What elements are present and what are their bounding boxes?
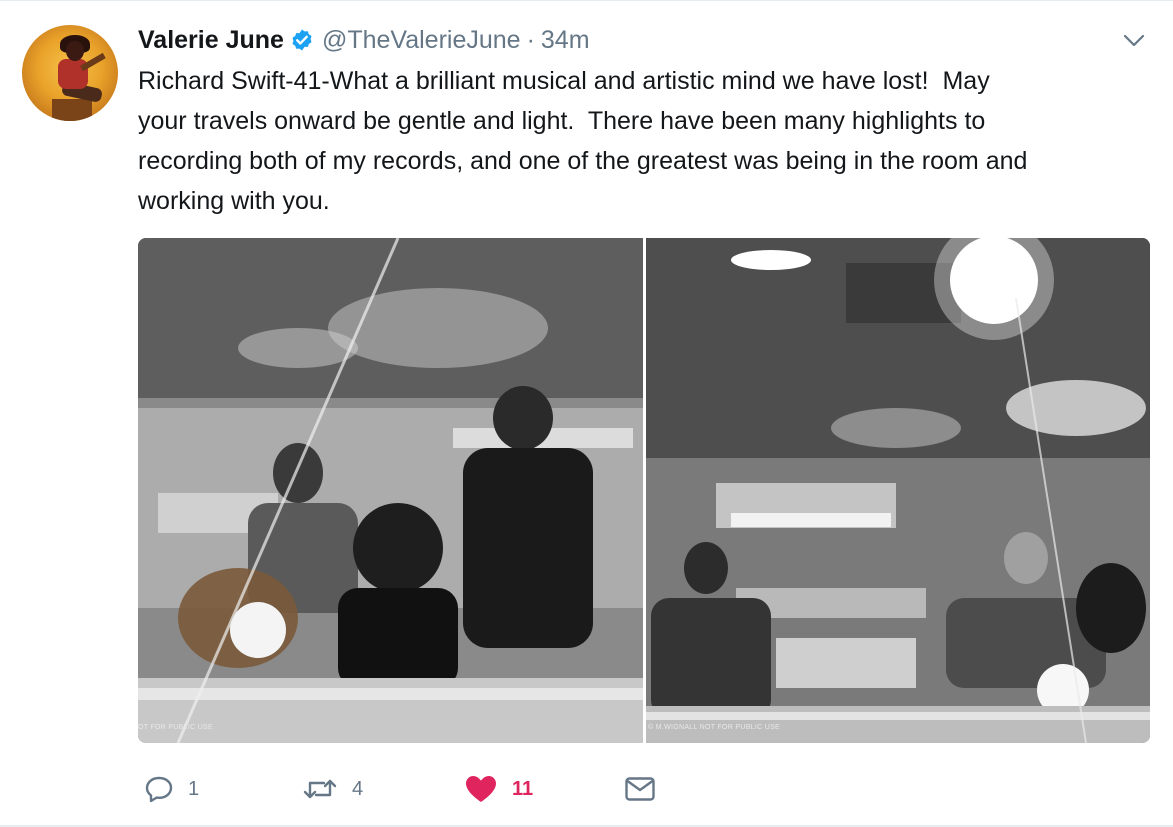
studio-photo-right[interactable]: © M.WIGNALL NOT FOR PUBLIC USE: [646, 238, 1150, 743]
avatar[interactable]: [22, 25, 118, 121]
tweet-card[interactable]: Valerie June @TheValerieJune · 34m Richa…: [0, 0, 1173, 827]
tweet-text: Richard Swift-41-What a brilliant musica…: [138, 61, 1158, 221]
verified-badge-icon: [290, 28, 314, 52]
tweet-actions: 1 4 11: [138, 767, 678, 811]
tweet-text-line: recording both of my records, and one of…: [138, 147, 1028, 175]
like-button[interactable]: 11: [464, 767, 533, 811]
photo-watermark: OT FOR PUBLIC USE: [138, 724, 213, 731]
timestamp[interactable]: 34m: [541, 26, 590, 55]
tweet-text-line: your travels onward be gentle and light.…: [138, 107, 986, 135]
direct-message-button[interactable]: [624, 767, 656, 811]
studio-photo-left-art: [138, 238, 643, 743]
direct-message-icon: [624, 775, 656, 803]
tweet-text-line: working with you.: [138, 187, 330, 215]
retweet-count: 4: [352, 777, 364, 800]
tweet-header: Valerie June @TheValerieJune · 34m: [138, 23, 590, 57]
avatar-seat: [52, 99, 92, 121]
separator-dot: ·: [526, 25, 535, 54]
reply-count: 1: [188, 777, 200, 800]
heart-icon: [464, 774, 498, 804]
tweet-text-line: Richard Swift-41-What a brilliant musica…: [138, 67, 990, 95]
display-name[interactable]: Valerie June: [138, 26, 284, 55]
avatar-head: [66, 41, 84, 61]
reply-button[interactable]: 1: [144, 767, 199, 811]
studio-photo-left[interactable]: OT FOR PUBLIC USE: [138, 238, 643, 743]
chevron-down-icon[interactable]: [1122, 33, 1146, 49]
reply-icon: [144, 775, 174, 803]
user-handle[interactable]: @TheValerieJune: [322, 26, 521, 55]
like-count: 11: [512, 777, 534, 800]
studio-photo-right-art: [646, 238, 1150, 743]
retweet-button[interactable]: 4: [302, 767, 363, 811]
media-gallery: OT FOR PUBLIC USE © M.WIGNALL NOT FOR PU…: [138, 238, 1150, 743]
photo-watermark: © M.WIGNALL NOT FOR PUBLIC USE: [648, 724, 781, 731]
retweet-icon: [302, 775, 338, 803]
